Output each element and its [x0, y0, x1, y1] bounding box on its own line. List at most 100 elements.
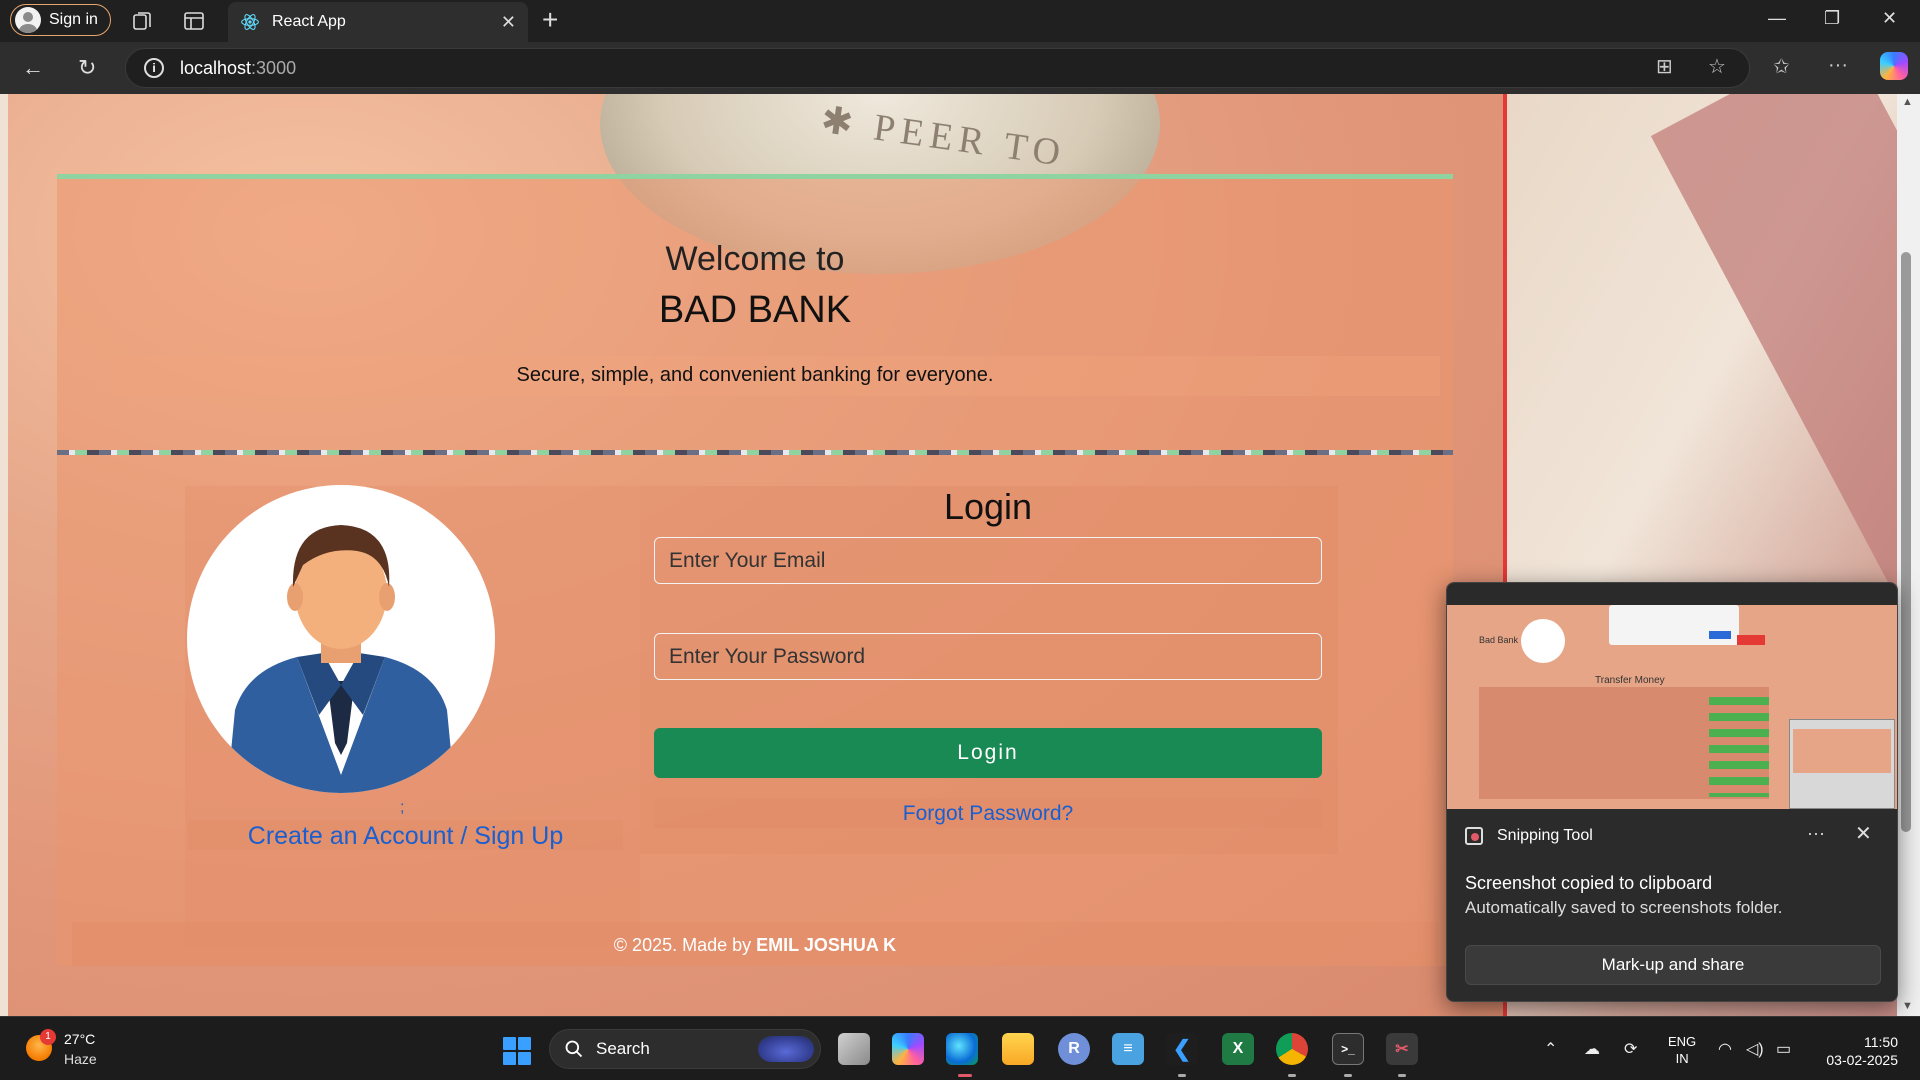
- signup-link[interactable]: Create an Account / Sign Up: [188, 822, 623, 851]
- tray-overflow-icon[interactable]: ⌃: [1544, 1039, 1557, 1059]
- user-avatar-image: [187, 485, 495, 793]
- restore-icon[interactable]: ❐: [1824, 8, 1840, 29]
- minimize-icon[interactable]: —: [1768, 8, 1786, 29]
- back-icon[interactable]: ←: [22, 55, 44, 81]
- vscode-indicator: [1178, 1074, 1186, 1077]
- notepad-icon[interactable]: ≡: [1112, 1033, 1144, 1065]
- thumbnail-alert: [1609, 605, 1739, 645]
- signin-label: Sign in: [49, 11, 98, 28]
- copilot-app-icon[interactable]: [892, 1033, 924, 1065]
- r-app-icon[interactable]: R: [1058, 1033, 1090, 1065]
- scrollbar-thumb[interactable]: [1901, 252, 1911, 832]
- scroll-down-icon[interactable]: ▼: [1902, 1000, 1913, 1012]
- taskbar-search[interactable]: Search: [549, 1029, 821, 1069]
- thumbnail-logout: [1737, 635, 1765, 645]
- login-title: Login: [943, 486, 1033, 527]
- thumbnail-nested-content: [1793, 729, 1891, 773]
- weather-badge: 1: [40, 1029, 56, 1045]
- browser-tab-bar: Sign in React App ✕ + — ❐ ✕: [0, 0, 1920, 42]
- scroll-up-icon[interactable]: ▲: [1902, 96, 1913, 108]
- screenshot-thumbnail[interactable]: Bad Bank Transfer Money: [1447, 583, 1897, 809]
- snipping-tool-app-icon[interactable]: ✂: [1386, 1033, 1418, 1065]
- tab-close-icon[interactable]: ✕: [501, 12, 516, 33]
- clock-date: 03-02-2025: [1826, 1052, 1898, 1068]
- excel-icon[interactable]: X: [1222, 1033, 1254, 1065]
- windows-taskbar: 1 27°C Haze Search R ≡ ❮ X >_ ✂ ⌃ ☁ ⟳ EN…: [0, 1016, 1920, 1080]
- start-icon[interactable]: [503, 1037, 531, 1065]
- card-top-border: [57, 174, 1453, 179]
- toast-app-name: Snipping Tool: [1497, 827, 1593, 844]
- weather-condition[interactable]: Haze: [64, 1051, 97, 1067]
- new-tab-icon[interactable]: +: [542, 6, 558, 34]
- forgot-password-link[interactable]: Forgot Password?: [654, 802, 1322, 826]
- snipping-indicator: [1398, 1074, 1406, 1077]
- tagline: Secure, simple, and convenient banking f…: [516, 364, 994, 386]
- language-indicator[interactable]: ENG IN: [1668, 1033, 1696, 1067]
- window-close-icon[interactable]: ✕: [1882, 8, 1897, 29]
- terminal-indicator: [1344, 1074, 1352, 1077]
- toast-title: Screenshot copied to clipboard: [1465, 873, 1713, 893]
- profile-signin-button[interactable]: Sign in: [10, 4, 111, 36]
- search-label: Search: [596, 1039, 650, 1058]
- snipping-tool-icon: [1465, 827, 1483, 845]
- businessman-icon: [227, 525, 455, 793]
- footer-prefix: © 2025. Made by: [613, 935, 757, 955]
- terminal-icon[interactable]: >_: [1332, 1033, 1364, 1065]
- language-region: IN: [1675, 1051, 1689, 1066]
- toast-close-icon[interactable]: ✕: [1855, 821, 1872, 846]
- toast-more-icon[interactable]: ···: [1807, 823, 1825, 844]
- clock-time: 11:50: [1864, 1034, 1898, 1050]
- welcome-heading: Welcome to: [665, 240, 845, 278]
- volume-icon[interactable]: ◁): [1746, 1039, 1764, 1059]
- file-explorer-icon[interactable]: [1002, 1033, 1034, 1065]
- url-port: :3000: [251, 57, 297, 78]
- wifi-icon[interactable]: ◠: [1718, 1039, 1732, 1059]
- chrome-indicator: [1288, 1074, 1296, 1077]
- search-icon: [565, 1040, 583, 1058]
- markup-share-button[interactable]: Mark-up and share: [1465, 945, 1881, 985]
- onedrive-icon[interactable]: ☁: [1584, 1039, 1600, 1059]
- address-bar-row: ← ↻ i localhost:3000 ⊞ ☆ ✩ ···: [0, 42, 1920, 94]
- thumbnail-heading: Transfer Money: [1595, 675, 1665, 686]
- stray-semicolon: ;: [400, 799, 405, 816]
- vscode-icon[interactable]: ❮: [1166, 1033, 1198, 1065]
- brand-title: BAD BANK: [658, 289, 852, 331]
- password-field[interactable]: [654, 633, 1322, 680]
- thumbnail-transfer-buttons: [1709, 697, 1769, 797]
- refresh-icon[interactable]: ↻: [78, 55, 96, 81]
- chrome-icon[interactable]: [1276, 1033, 1308, 1065]
- footer-text: © 2025. Made by EMIL JOSHUA K: [57, 935, 1453, 956]
- more-menu-icon[interactable]: ···: [1828, 54, 1848, 77]
- favorites-icon[interactable]: ✩: [1773, 54, 1790, 79]
- tab-actions-icon[interactable]: [182, 9, 206, 33]
- section-divider: [57, 450, 1453, 455]
- battery-icon[interactable]: ▭: [1776, 1039, 1791, 1059]
- thumbnail-alert-button: [1709, 631, 1731, 639]
- url-field[interactable]: i localhost:3000: [125, 48, 1750, 88]
- site-info-icon[interactable]: i: [144, 58, 164, 78]
- app-available-icon[interactable]: ⊞: [1656, 54, 1673, 79]
- system-clock[interactable]: 11:50 03-02-2025: [1818, 1033, 1898, 1069]
- snipping-tool-notification: Bad Bank Transfer Money Snipping Tool ··…: [1446, 582, 1898, 1002]
- search-highlight-icon: [758, 1036, 814, 1062]
- thumbnail-bank-name: Bad Bank: [1479, 635, 1519, 645]
- weather-temperature[interactable]: 27°C: [64, 1031, 95, 1047]
- thumbnail-browser-bar: [1447, 583, 1897, 605]
- task-view-icon[interactable]: [838, 1033, 870, 1065]
- footer-author: EMIL JOSHUA K: [756, 935, 897, 955]
- thumbnail-logo: [1521, 619, 1565, 663]
- edge-icon[interactable]: [946, 1033, 978, 1065]
- workspaces-icon[interactable]: [130, 9, 154, 33]
- favorite-star-icon[interactable]: ☆: [1708, 54, 1726, 79]
- tab-react-app[interactable]: React App ✕: [228, 2, 528, 42]
- react-logo-icon: [241, 14, 259, 30]
- tab-title: React App: [272, 13, 346, 30]
- sync-icon[interactable]: ⟳: [1624, 1039, 1637, 1059]
- profile-icon: [15, 7, 41, 33]
- email-field[interactable]: [654, 537, 1322, 584]
- edge-active-indicator: [958, 1074, 972, 1077]
- login-button[interactable]: Login: [654, 728, 1322, 778]
- toast-subtitle: Automatically saved to screenshots folde…: [1465, 898, 1783, 917]
- copilot-icon[interactable]: [1880, 52, 1908, 80]
- toast-app-row: Snipping Tool: [1465, 827, 1593, 845]
